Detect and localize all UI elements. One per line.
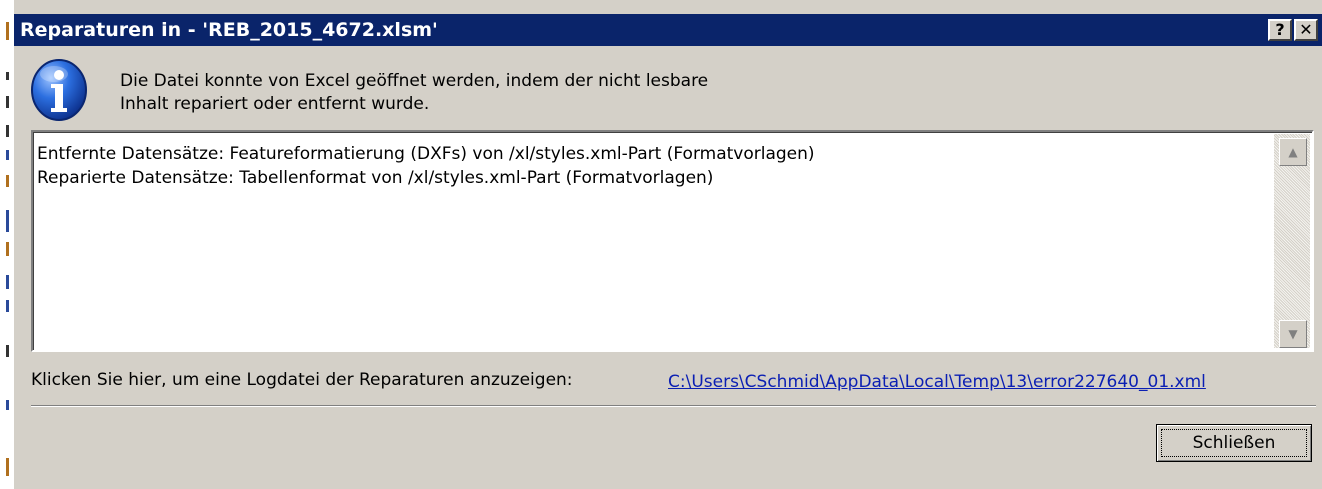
- scroll-up-arrow-icon[interactable]: ▲: [1279, 138, 1307, 166]
- close-window-button[interactable]: ✕: [1294, 19, 1318, 41]
- message-line-1: Die Datei konnte von Excel geöffnet werd…: [120, 71, 709, 91]
- dialog-message: Die Datei konnte von Excel geöffnet werd…: [120, 70, 708, 116]
- help-button[interactable]: ?: [1268, 19, 1292, 41]
- message-line-2: Inhalt repariert oder entfernt wurde.: [120, 94, 430, 114]
- details-line-2: Reparierte Datensätze: Tabellenformat vo…: [37, 168, 714, 188]
- vertical-scrollbar[interactable]: ▲ ▼: [1274, 134, 1310, 348]
- close-button[interactable]: Schließen: [1156, 424, 1312, 462]
- separator: [31, 405, 1316, 407]
- scroll-down-arrow-icon[interactable]: ▼: [1279, 320, 1307, 348]
- details-line-1: Entfernte Datensätze: Featureformatierun…: [37, 144, 815, 164]
- log-file-link[interactable]: C:\Users\CSchmid\AppData\Local\Temp\13\e…: [668, 372, 1206, 392]
- repair-dialog: Reparaturen in - 'REB_2015_4672.xlsm' ? …: [14, 0, 1322, 489]
- log-file-label: Klicken Sie hier, um eine Logdatei der R…: [31, 370, 573, 390]
- close-button-label: Schließen: [1192, 433, 1276, 453]
- dialog-title: Reparaturen in - 'REB_2015_4672.xlsm': [20, 19, 438, 41]
- details-text: Entfernte Datensätze: Featureformatierun…: [37, 142, 1268, 190]
- background-window-edge: [0, 0, 14, 489]
- title-bar[interactable]: Reparaturen in - 'REB_2015_4672.xlsm' ? …: [14, 14, 1322, 46]
- details-listbox[interactable]: Entfernte Datensätze: Featureformatierun…: [31, 130, 1314, 352]
- info-icon: [31, 59, 87, 121]
